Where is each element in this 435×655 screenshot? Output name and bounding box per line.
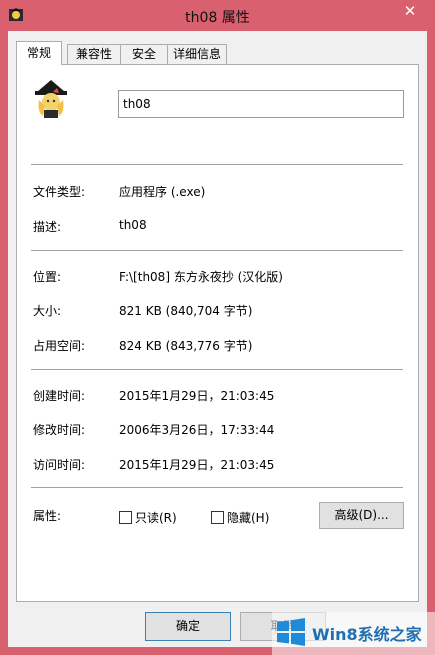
description-value: th08 xyxy=(119,218,147,232)
created-value: 2015年1月29日，21:03:45 xyxy=(119,389,275,403)
readonly-checkbox[interactable] xyxy=(119,511,132,524)
general-panel: th08 文件类型: 应用程序 (.exe) 描述: th08 位置: F:\[… xyxy=(16,64,419,602)
location-value: F:\[th08] 东方永夜抄 (汉化版) xyxy=(119,270,283,284)
hidden-checkbox-label[interactable]: 隐藏(H) xyxy=(227,509,269,526)
location-label: 位置: xyxy=(33,270,62,284)
accessed-label: 访问时间: xyxy=(33,458,86,472)
close-icon: ✕ xyxy=(403,2,417,20)
file-name-input[interactable]: th08 xyxy=(118,90,404,118)
created-label: 创建时间: xyxy=(33,389,86,403)
windows-logo-icon xyxy=(277,618,305,646)
separator xyxy=(31,164,403,165)
modified-label: 修改时间: xyxy=(33,423,86,437)
size-on-disk-value: 824 KB (843,776 字节) xyxy=(119,339,253,353)
file-type-label: 文件类型: xyxy=(33,185,86,199)
tab-compatibility[interactable]: 兼容性 xyxy=(67,44,121,64)
size-label: 大小: xyxy=(33,304,62,318)
size-on-disk-label: 占用空间: xyxy=(33,339,86,353)
window-title: th08 属性 xyxy=(185,10,250,26)
description-label: 描述: xyxy=(33,220,62,234)
dialog-client-area: 常规 兼容性 安全 详细信息 th08 文件类型: 应用程序 (.exe) 描述… xyxy=(8,31,427,647)
close-button[interactable]: ✕ xyxy=(393,0,427,22)
separator xyxy=(31,250,403,251)
tab-security[interactable]: 安全 xyxy=(120,44,168,64)
modified-value: 2006年3月26日，17:33:44 xyxy=(119,423,275,437)
separator xyxy=(31,487,403,488)
tab-general[interactable]: 常规 xyxy=(16,41,62,65)
file-type-value: 应用程序 (.exe) xyxy=(119,185,206,199)
tab-details[interactable]: 详细信息 xyxy=(167,44,227,64)
th08-character-icon xyxy=(31,78,71,118)
ok-button[interactable]: 确定 xyxy=(145,612,231,641)
properties-window: th08 属性 ✕ 常规 兼容性 安全 详细信息 th08 文件类型: 应用程序… xyxy=(0,0,435,655)
separator xyxy=(31,369,403,370)
hidden-checkbox[interactable] xyxy=(211,511,224,524)
attributes-label: 属性: xyxy=(33,509,62,523)
advanced-button[interactable]: 高级(D)... xyxy=(319,502,404,529)
watermark: Win8系统之家 xyxy=(272,612,435,655)
watermark-text: Win8系统之家 xyxy=(312,625,422,644)
size-value: 821 KB (840,704 字节) xyxy=(119,304,253,318)
accessed-value: 2015年1月29日，21:03:45 xyxy=(119,458,275,472)
readonly-checkbox-label[interactable]: 只读(R) xyxy=(135,509,177,526)
title-bar[interactable]: th08 属性 ✕ xyxy=(0,0,435,32)
